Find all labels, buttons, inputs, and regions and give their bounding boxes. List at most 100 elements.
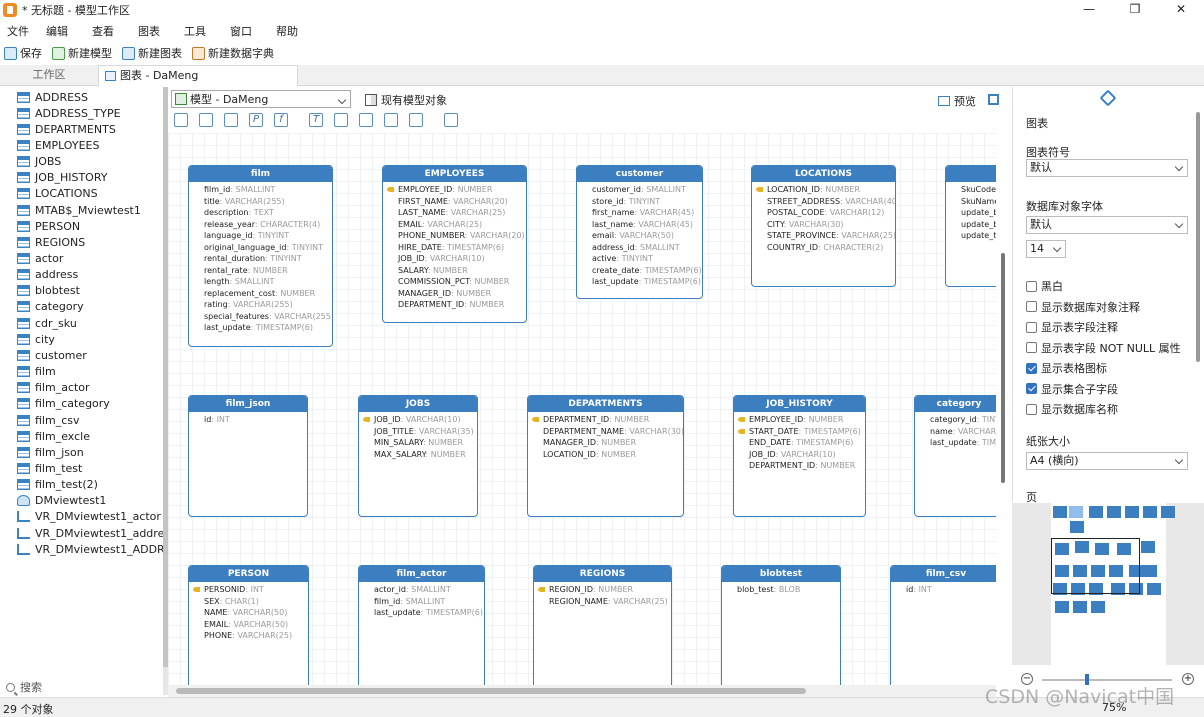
canvas-vertical-scrollbar[interactable] <box>996 133 1012 685</box>
fit-screen-icon[interactable] <box>988 94 999 105</box>
font-size-select[interactable]: 14 <box>1026 240 1066 258</box>
minimap-viewport[interactable] <box>1051 538 1140 594</box>
sidebar-item[interactable]: PERSON <box>17 218 80 234</box>
minimize-button[interactable]: — <box>1066 0 1112 20</box>
hscroll-thumb[interactable] <box>176 688 806 694</box>
add-shape-tool-icon[interactable] <box>384 113 398 127</box>
tab-chart-dameng[interactable]: 图表 - DaMeng <box>98 65 298 86</box>
add-text-tool-icon[interactable]: T <box>309 113 323 127</box>
new-dictionary-button[interactable]: 新建数据字典 <box>188 45 274 61</box>
zoom-track[interactable] <box>1042 679 1172 681</box>
checkbox-empty-icon[interactable] <box>1026 280 1037 292</box>
canvas-horizontal-scrollbar[interactable] <box>168 685 996 697</box>
menu-edit[interactable]: 编辑 <box>39 23 85 39</box>
sidebar-item[interactable]: ADDRESS <box>17 89 88 105</box>
preview-button[interactable]: 预览 <box>938 93 976 109</box>
sidebar-item[interactable]: blobtest <box>17 283 80 299</box>
entity-blobtest[interactable]: blobtest blob_testBLOB <box>721 565 841 685</box>
sidebar-item[interactable]: ADDRESS_TYPE <box>17 105 121 121</box>
entity-partial[interactable]: SkuCode SkuName update_by update_by update_t… <box>945 165 996 287</box>
sidebar-item[interactable]: REGIONS <box>17 234 85 250</box>
diagram-canvas[interactable]: filmfilm_idSMALLINTtitleVARCHAR(255)desc… <box>168 133 996 685</box>
entity-job_history[interactable]: JOB_HISTORYEMPLOYEE_IDNUMBERSTART_DATETI… <box>733 395 866 517</box>
checkbox-empty-icon[interactable] <box>1026 342 1037 353</box>
sidebar-item[interactable]: address <box>17 267 78 283</box>
sidebar-item[interactable]: film_json <box>17 444 84 460</box>
new-chart-button[interactable]: 新建图表 <box>118 45 182 61</box>
menu-tools[interactable]: 工具 <box>177 23 223 39</box>
tab-workspace[interactable]: 工作区 <box>0 65 98 86</box>
option-checkbox[interactable]: 显示数据库名称 <box>1026 401 1118 417</box>
object-font-select[interactable]: 默认 <box>1026 216 1188 234</box>
new-model-button[interactable]: 新建模型 <box>48 45 112 61</box>
add-image-tool-icon[interactable] <box>359 113 373 127</box>
sidebar-item[interactable]: film_category <box>17 396 110 412</box>
menu-help[interactable]: 帮助 <box>269 23 308 39</box>
entity-category[interactable]: categorycategory_idTINYINTnameVARCHAR(25… <box>914 395 996 517</box>
save-button[interactable]: 保存 <box>0 45 42 61</box>
menu-chart[interactable]: 图表 <box>131 23 177 39</box>
checkbox-empty-icon[interactable] <box>1026 321 1037 333</box>
sidebar-item[interactable]: DEPARTMENTS <box>17 121 116 137</box>
entity-employees[interactable]: EMPLOYEESEMPLOYEE_IDNUMBERFIRST_NAMEVARC… <box>382 165 527 323</box>
entity-jobs[interactable]: JOBSJOB_IDVARCHAR(10)JOB_TITLEVARCHAR(35… <box>358 395 478 517</box>
entity-customer[interactable]: customercustomer_idSMALLINTstore_idTINYI… <box>576 165 703 299</box>
auto-layout-tool-icon[interactable] <box>444 113 458 127</box>
entity-film_json[interactable]: film_json idINT <box>188 395 308 517</box>
sidebar-item[interactable]: film_actor <box>17 380 90 396</box>
option-checkbox[interactable]: 显示表格图标 <box>1026 360 1107 376</box>
sidebar-item[interactable]: actor <box>17 251 63 267</box>
sidebar-item[interactable]: VR_DMviewtest1_address <box>17 525 176 541</box>
add-layer-tool-icon[interactable] <box>409 113 423 127</box>
maximize-button[interactable]: ❐ <box>1112 0 1158 20</box>
close-button[interactable]: ✕ <box>1158 0 1204 20</box>
sidebar-item[interactable]: EMPLOYEES <box>17 137 99 153</box>
sidebar-item[interactable]: film_test <box>17 460 82 476</box>
entity-person[interactable]: PERSONPERSONIDINTSEXCHAR(1)NAMEVARCHAR(5… <box>188 565 309 685</box>
chart-symbol-select[interactable]: 默认 <box>1026 159 1188 177</box>
option-checkbox[interactable]: 显示表字段注释 <box>1026 319 1118 335</box>
sidebar-item[interactable]: DMviewtest1 <box>17 493 106 509</box>
zoom-in-button[interactable]: + <box>1182 673 1194 685</box>
sidebar-item[interactable]: VR_DMviewtest1_ADDRESS <box>17 541 186 557</box>
menu-view[interactable]: 查看 <box>85 23 131 39</box>
paper-size-select[interactable]: A4 (横向) <box>1026 452 1188 470</box>
menu-file[interactable]: 文件 <box>0 23 39 39</box>
sidebar-item[interactable]: film_excle <box>17 428 90 444</box>
add-note-tool-icon[interactable] <box>334 113 348 127</box>
option-checkbox[interactable]: 显示表字段 NOT NULL 属性 <box>1026 340 1181 356</box>
entity-film_csv[interactable]: film_csv idINT <box>890 565 996 685</box>
sidebar-item[interactable]: film <box>17 364 56 380</box>
checkbox-checked-icon[interactable] <box>1026 383 1037 394</box>
sidebar-item[interactable]: film_csv <box>17 412 80 428</box>
option-checkbox[interactable]: 显示数据库对象注释 <box>1026 299 1140 315</box>
add-procedure-tool-icon[interactable]: P <box>249 113 263 127</box>
sidebar-item[interactable]: JOBS <box>17 154 61 170</box>
sidebar-search[interactable]: 搜索 <box>0 677 163 697</box>
entity-film_actor[interactable]: film_actoractor_idSMALLINTfilm_idSMALLIN… <box>358 565 485 685</box>
add-function-tool-icon[interactable]: f <box>274 113 288 127</box>
checkbox-empty-icon[interactable] <box>1026 403 1037 415</box>
option-checkbox[interactable]: 黑白 <box>1026 278 1063 294</box>
option-checkbox[interactable]: 显示集合子字段 <box>1026 381 1118 397</box>
entity-regions[interactable]: REGIONSREGION_IDNUMBERREGION_NAMEVARCHAR… <box>533 565 672 685</box>
sidebar-item[interactable]: MTAB$_Mviewtest1 <box>17 202 141 218</box>
checkbox-checked-icon[interactable] <box>1026 362 1037 374</box>
add-view-tool-icon[interactable] <box>224 113 238 127</box>
add-table-tool-icon[interactable] <box>174 113 188 127</box>
sidebar-item[interactable]: city <box>17 331 55 347</box>
existing-objects-button[interactable]: 现有模型对象 <box>365 92 447 108</box>
menu-window[interactable]: 窗口 <box>223 23 269 39</box>
model-select[interactable]: 模型 - DaMeng <box>171 90 351 108</box>
checkbox-empty-icon[interactable] <box>1026 301 1037 312</box>
diagram-minimap[interactable] <box>1012 503 1204 665</box>
sidebar-item[interactable]: LOCATIONS <box>17 186 98 202</box>
entity-departments[interactable]: DEPARTMENTSDEPARTMENT_IDNUMBERDEPARTMENT… <box>527 395 684 517</box>
panel-scrollbar[interactable] <box>1196 112 1200 362</box>
sidebar-item[interactable]: film_test(2) <box>17 477 98 493</box>
sidebar-item[interactable]: VR_DMviewtest1_actor <box>17 509 161 525</box>
sidebar-item[interactable]: JOB_HISTORY <box>17 170 107 186</box>
sidebar-item[interactable]: cdr_sku <box>17 315 77 331</box>
entity-film[interactable]: filmfilm_idSMALLINTtitleVARCHAR(255)desc… <box>188 165 333 347</box>
vscroll-thumb[interactable] <box>1001 253 1005 483</box>
